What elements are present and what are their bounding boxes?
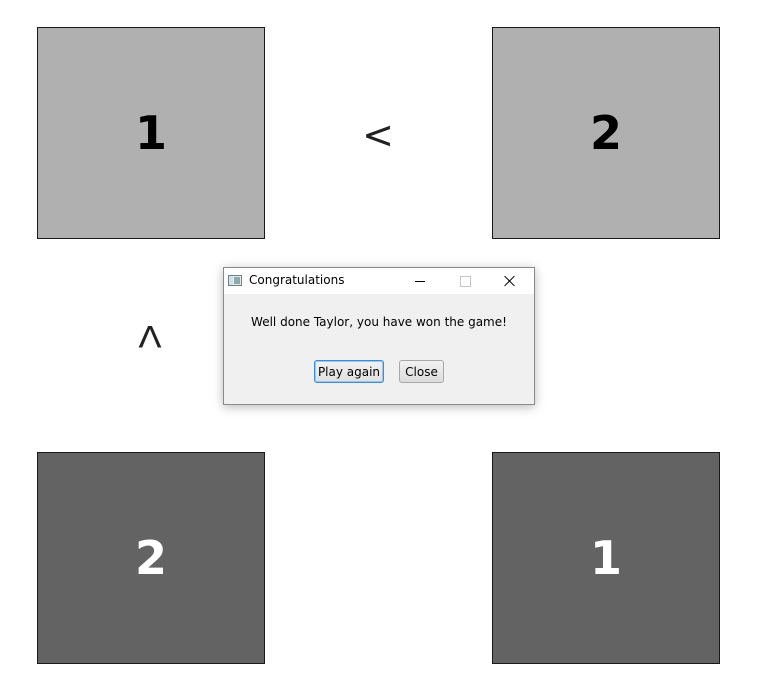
congratulations-dialog: Congratulations Well done Taylor, you ha… bbox=[223, 267, 535, 405]
close-button[interactable]: Close bbox=[399, 360, 444, 383]
cell-top-right[interactable]: 2 bbox=[492, 27, 720, 239]
close-window-button[interactable] bbox=[488, 268, 532, 294]
minimize-icon bbox=[415, 280, 425, 282]
game-board: 1 2 2 1 < Λ Congratulations Well done Ta… bbox=[0, 0, 760, 692]
dialog-message: Well done Taylor, you have won the game! bbox=[251, 315, 507, 329]
less-than-vertical-constraint: Λ bbox=[138, 321, 162, 355]
less-than-constraint: < bbox=[362, 113, 394, 157]
cell-bottom-right[interactable]: 1 bbox=[492, 452, 720, 664]
maximize-icon bbox=[459, 275, 471, 287]
cell-top-left[interactable]: 1 bbox=[37, 27, 265, 239]
window-app-icon bbox=[228, 275, 242, 286]
close-icon bbox=[504, 275, 516, 287]
dialog-title: Congratulations bbox=[249, 273, 345, 287]
maximize-button[interactable] bbox=[443, 268, 487, 294]
cell-bottom-left[interactable]: 2 bbox=[37, 452, 265, 664]
dialog-titlebar[interactable]: Congratulations bbox=[224, 268, 534, 294]
minimize-button[interactable] bbox=[398, 268, 442, 294]
play-again-button[interactable]: Play again bbox=[314, 360, 384, 383]
